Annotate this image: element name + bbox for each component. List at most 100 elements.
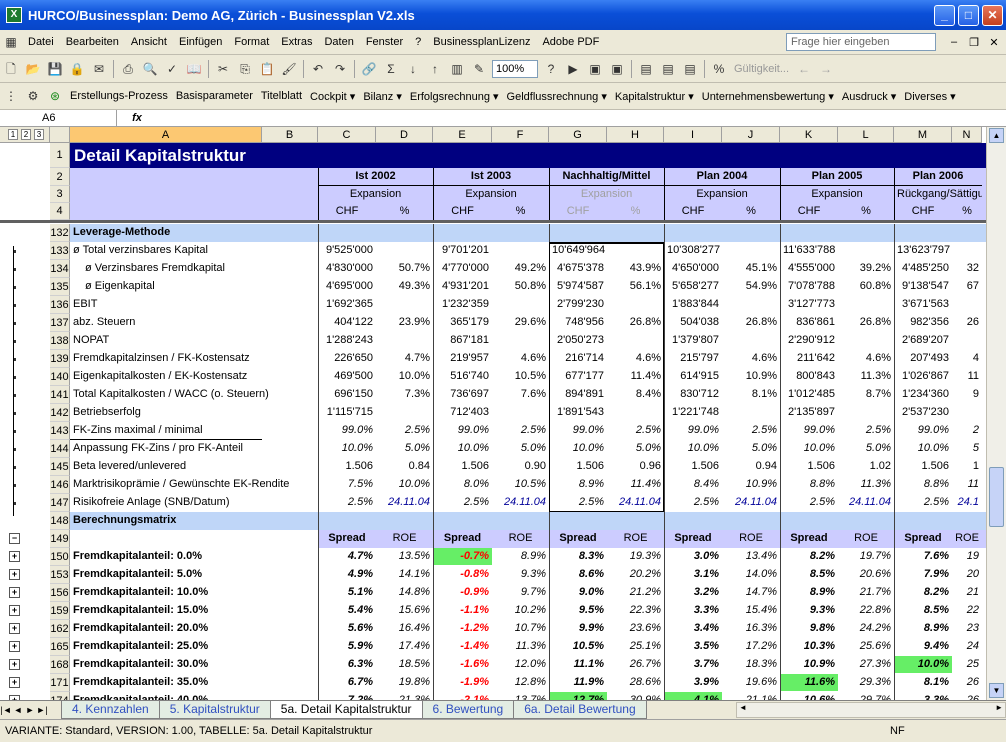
data-cell[interactable]: 26 xyxy=(952,674,982,691)
data-cell[interactable]: 7.9% xyxy=(894,566,952,583)
data-cell[interactable]: 516'740 xyxy=(433,368,492,385)
cut-icon[interactable]: ✂ xyxy=(213,59,233,79)
menu-help[interactable]: ? xyxy=(409,30,427,55)
data-cell[interactable]: 99.0% xyxy=(664,422,722,439)
data-cell[interactable]: 215'797 xyxy=(664,350,722,367)
data-cell[interactable]: -0.7% xyxy=(433,548,492,565)
row-header-139[interactable]: 139 xyxy=(50,350,70,368)
sort-asc-icon[interactable]: ↓ xyxy=(403,59,423,79)
data-cell[interactable]: 12.0% xyxy=(492,656,549,673)
data-cell[interactable]: 712'403 xyxy=(433,404,492,421)
data-cell[interactable] xyxy=(722,404,780,421)
data-cell[interactable]: 26.8% xyxy=(838,314,894,331)
data-cell[interactable]: 3.9% xyxy=(664,674,722,691)
data-cell[interactable]: 5.0% xyxy=(722,440,780,457)
tb-cockpit[interactable]: Cockpit ▾ xyxy=(306,90,359,103)
tb-unternehmensbewertung[interactable]: Unternehmensbewertung ▾ xyxy=(698,90,838,103)
data-cell[interactable]: 8.5% xyxy=(780,566,838,583)
data-cell[interactable]: 11.6% xyxy=(780,674,838,691)
data-cell[interactable] xyxy=(838,332,894,349)
fx-icon[interactable]: fx xyxy=(117,112,157,124)
data-cell[interactable]: 3'127'773 xyxy=(780,296,838,313)
data-cell[interactable]: -1.2% xyxy=(433,620,492,637)
data-cell[interactable]: 4.6% xyxy=(838,350,894,367)
data-cell[interactable]: 696'150 xyxy=(318,386,376,403)
worksheet-grid[interactable]: 1 2 3 ABCDEFGHIJKLMN 1 2 3 4 Detail Kapitals… xyxy=(0,127,986,700)
paste-icon[interactable]: 📋 xyxy=(257,59,277,79)
email-icon[interactable]: ✉ xyxy=(89,59,109,79)
data-cell[interactable]: 2.5% xyxy=(318,494,376,511)
format-painter-icon[interactable]: 🖌 xyxy=(279,59,299,79)
row-header-138[interactable]: 138 xyxy=(50,332,70,350)
data-cell[interactable]: 365'179 xyxy=(433,314,492,331)
outline-expand-icon[interactable]: + xyxy=(9,569,20,580)
data-cell[interactable]: 26 xyxy=(952,314,982,331)
data-cell[interactable]: 1.506 xyxy=(780,458,838,475)
data-cell[interactable]: 50.8% xyxy=(492,278,549,295)
outline-expand-icon[interactable]: + xyxy=(9,623,20,634)
row-header-165[interactable]: 165 xyxy=(50,638,70,656)
data-cell[interactable]: 830'712 xyxy=(664,386,722,403)
outline-expand-icon[interactable]: + xyxy=(9,677,20,688)
data-cell[interactable]: 13.7% xyxy=(492,692,549,700)
data-cell[interactable]: 2.5% xyxy=(492,422,549,439)
column-header-m[interactable]: M xyxy=(894,127,952,143)
row-header-156[interactable]: 156 xyxy=(50,584,70,602)
data-cell[interactable]: -1.4% xyxy=(433,638,492,655)
data-cell[interactable]: 12.7% xyxy=(549,692,607,700)
data-cell[interactable]: 3.1% xyxy=(664,566,722,583)
data-cell[interactable]: 3'671'563 xyxy=(894,296,952,313)
hyperlink-icon[interactable]: 🔗 xyxy=(359,59,379,79)
next-sheet-icon[interactable]: ► xyxy=(24,705,36,715)
data-cell[interactable]: 5.0% xyxy=(492,440,549,457)
data-cell[interactable]: 10.0% xyxy=(318,440,376,457)
data-cell[interactable]: 219'957 xyxy=(433,350,492,367)
row-header-1[interactable]: 1 xyxy=(50,143,70,168)
undo-icon[interactable]: ↶ xyxy=(308,59,328,79)
menu-extras[interactable]: Extras xyxy=(275,30,318,55)
outline-expand-icon[interactable]: + xyxy=(9,641,20,652)
data-cell[interactable]: 19.6% xyxy=(722,674,780,691)
data-cell[interactable]: 14.8% xyxy=(376,584,433,601)
gueltigkeit-button[interactable]: Gültigkeit... xyxy=(734,63,789,75)
data-cell[interactable] xyxy=(952,242,982,259)
data-cell[interactable]: 7.3% xyxy=(376,386,433,403)
data-cell[interactable]: 226'650 xyxy=(318,350,376,367)
data-cell[interactable]: 1.506 xyxy=(433,458,492,475)
excel-app-icon[interactable]: X xyxy=(6,7,22,23)
column-header-b[interactable]: B xyxy=(262,127,318,143)
tab-6a-detail-bewertung[interactable]: 6a. Detail Bewertung xyxy=(513,701,647,719)
tb-geldflussrechnung[interactable]: Geldflussrechnung ▾ xyxy=(503,90,611,103)
research-icon[interactable]: 📖 xyxy=(184,59,204,79)
tb-basisparameter[interactable]: Basisparameter xyxy=(172,90,257,102)
scroll-right-icon[interactable]: ► xyxy=(995,703,1003,712)
data-cell[interactable]: 9.8% xyxy=(780,620,838,637)
row-header-168[interactable]: 168 xyxy=(50,656,70,674)
data-cell[interactable]: 3.3% xyxy=(664,602,722,619)
data-cell[interactable]: 10.0% xyxy=(780,440,838,457)
data-cell[interactable]: 28.6% xyxy=(607,674,664,691)
data-cell[interactable]: 5.0% xyxy=(376,440,433,457)
autosum-icon[interactable]: Σ xyxy=(381,59,401,79)
data-cell[interactable]: 3.2% xyxy=(664,584,722,601)
tab-5-kapitalstruktur[interactable]: 5. Kapitalstruktur xyxy=(158,701,271,719)
back-arrow-icon[interactable]: ← xyxy=(794,59,814,79)
scroll-left-icon[interactable]: ◄ xyxy=(739,703,747,712)
maximize-button[interactable]: □ xyxy=(958,4,979,26)
data-cell[interactable]: 982'356 xyxy=(894,314,952,331)
data-cell[interactable] xyxy=(376,404,433,421)
column-header-n[interactable]: N xyxy=(952,127,982,143)
outline-expand-icon[interactable]: + xyxy=(9,551,20,562)
open-icon[interactable]: 📂 xyxy=(23,59,43,79)
data-cell[interactable]: 207'493 xyxy=(894,350,952,367)
data-cell[interactable]: 2 xyxy=(952,422,982,439)
data-cell[interactable]: 10.0% xyxy=(894,656,952,673)
percent-style-icon[interactable]: % xyxy=(709,59,729,79)
forward-arrow-icon[interactable]: → xyxy=(816,59,836,79)
data-cell[interactable]: 49.3% xyxy=(376,278,433,295)
menu-adobe-pdf[interactable]: Adobe PDF xyxy=(536,30,605,55)
prev-sheet-icon[interactable]: ◄ xyxy=(12,705,24,715)
data-cell[interactable]: 15.6% xyxy=(376,602,433,619)
data-cell[interactable]: 2.5% xyxy=(838,422,894,439)
redo-icon[interactable]: ↷ xyxy=(330,59,350,79)
